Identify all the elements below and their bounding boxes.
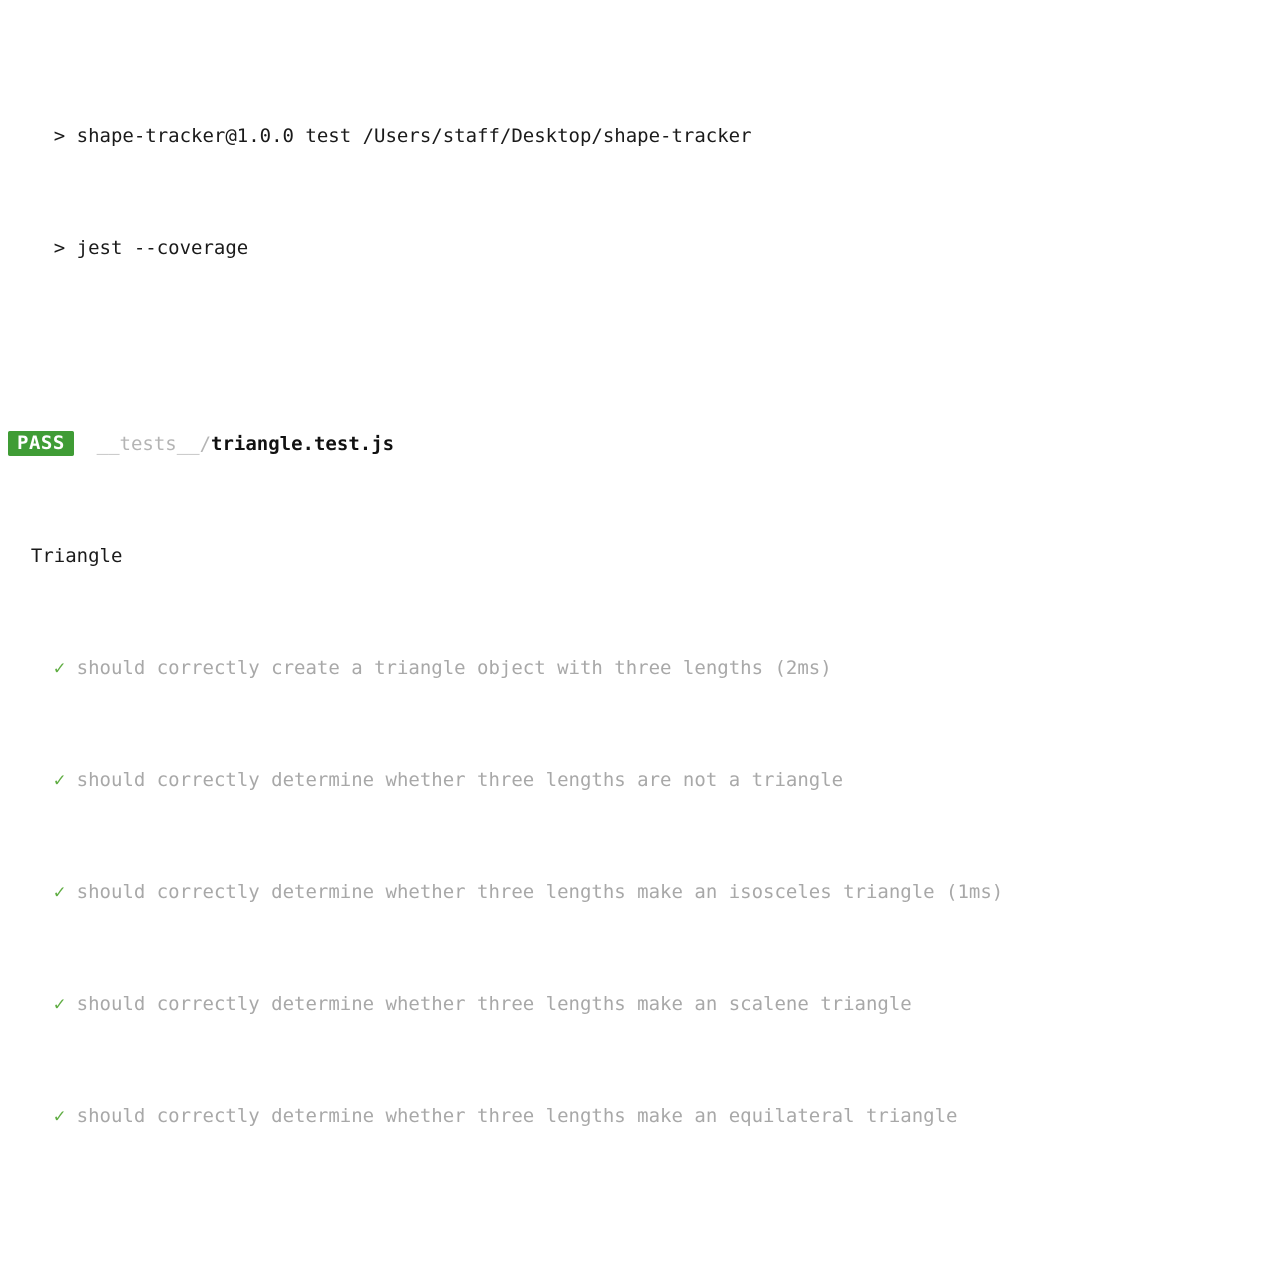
test-case-label: should correctly determine whether three… <box>76 993 912 1015</box>
command-line-jest: > jest --coverage <box>8 206 1288 259</box>
command-text-npm: > shape-tracker@1.0.0 test /Users/staff/… <box>53 125 752 147</box>
test-case-label: should correctly determine whether three… <box>76 881 1004 903</box>
test-file-path-prefix: __tests__/ <box>96 433 212 455</box>
test-indent <box>8 769 54 791</box>
test-suite-header: PASS __tests__/triangle.test.js <box>8 430 1288 458</box>
test-case-label: should correctly create a triangle objec… <box>76 657 832 679</box>
check-icon: ✓ <box>53 657 66 679</box>
test-indent <box>8 993 54 1015</box>
test-case-row: ✓ should correctly determine whether thr… <box>8 990 1288 1018</box>
test-case-label: should correctly determine whether three… <box>76 769 844 791</box>
check-icon: ✓ <box>53 1105 66 1127</box>
test-case-row: ✓ should correctly determine whether thr… <box>8 878 1288 906</box>
check-icon: ✓ <box>53 881 66 903</box>
describe-block-label: Triangle <box>30 545 123 567</box>
test-indent <box>8 1105 54 1127</box>
describe-block: Triangle <box>8 542 1288 570</box>
check-icon: ✓ <box>53 769 66 791</box>
command-text-jest: > jest --coverage <box>53 237 249 259</box>
test-gap <box>65 881 76 903</box>
command-line-npm: > shape-tracker@1.0.0 test /Users/staff/… <box>8 94 1288 147</box>
test-gap <box>65 1105 76 1127</box>
test-gap <box>65 769 76 791</box>
test-indent <box>8 657 54 679</box>
check-icon: ✓ <box>53 993 66 1015</box>
describe-indent <box>8 545 31 567</box>
terminal-output: > shape-tracker@1.0.0 test /Users/staff/… <box>0 0 1288 1272</box>
status-badge: PASS <box>8 431 74 456</box>
test-file-name: triangle.test.js <box>211 433 395 455</box>
test-case-row: ✓ should correctly determine whether thr… <box>8 766 1288 794</box>
test-case-row: ✓ should correctly create a triangle obj… <box>8 654 1288 682</box>
test-case-row: ✓ should correctly determine whether thr… <box>8 1102 1288 1130</box>
test-gap <box>65 657 76 679</box>
test-gap <box>65 993 76 1015</box>
badge-gap <box>74 433 97 455</box>
test-indent <box>8 881 54 903</box>
test-case-label: should correctly determine whether three… <box>76 1105 958 1127</box>
